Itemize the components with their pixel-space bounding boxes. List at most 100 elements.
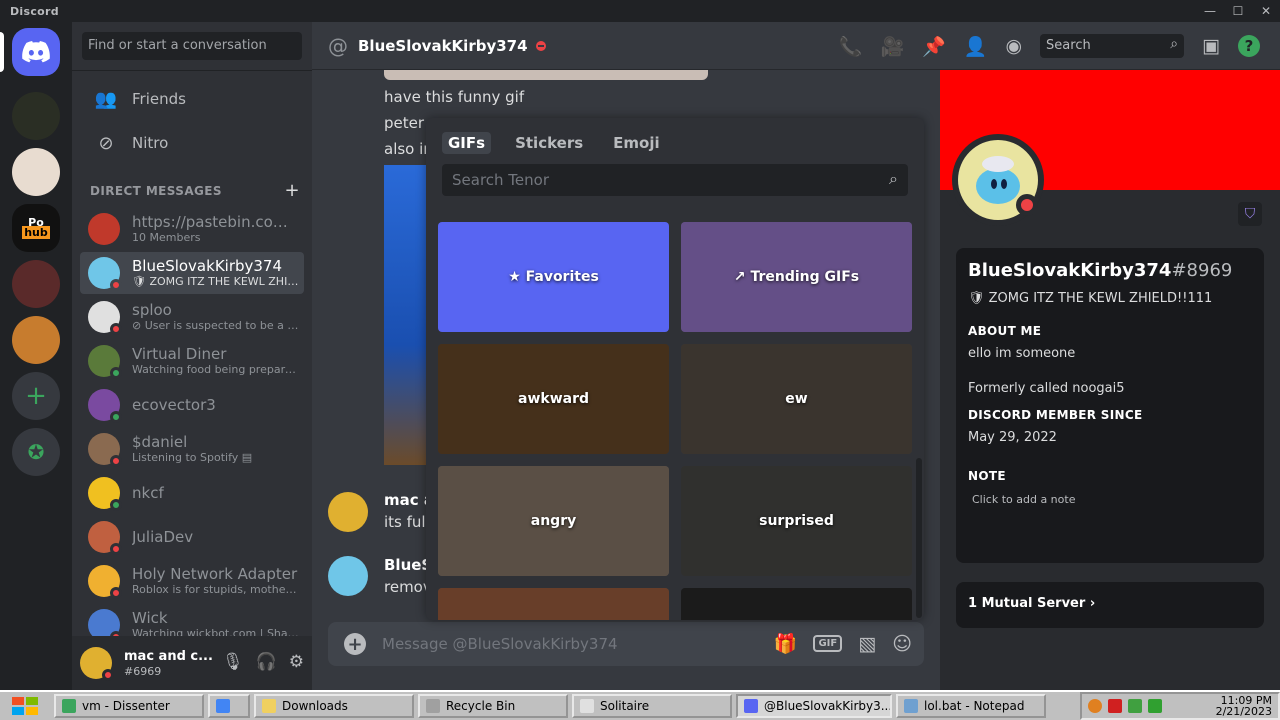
status-indicator <box>110 587 122 599</box>
profile-card: BlueSlovakKirby374#8969 🛡 ZOMG ITZ THE K… <box>956 248 1264 563</box>
voice-call-icon[interactable]: 📞 <box>839 35 863 58</box>
nitro-nav[interactable]: ⊘ Nitro <box>80 122 304 164</box>
dm-item[interactable]: sploo ⊘ User is suspected to be a tr... <box>80 296 304 338</box>
close-button[interactable]: ✕ <box>1252 0 1280 22</box>
dm-item[interactable]: Virtual Diner Watching food being prepar… <box>80 340 304 382</box>
avatar <box>88 345 122 379</box>
add-friends-icon[interactable]: 👤 <box>964 35 988 58</box>
mutual-servers-button[interactable]: 1 Mutual Server › <box>956 582 1264 628</box>
gift-icon[interactable]: 🎁 <box>774 632 798 655</box>
taskbar-item[interactable]: Solitaire <box>572 694 732 718</box>
mute-mic-icon[interactable]: 🎙 <box>222 652 244 672</box>
header-search-input[interactable]: Search ⌕ <box>1040 34 1185 58</box>
create-dm-plus-icon[interactable]: + <box>285 180 300 201</box>
user-profile-icon[interactable]: ◉ <box>1005 35 1022 57</box>
dm-item[interactable]: BlueSlovakKirby374 🛡 ZOMG ITZ THE KEWL Z… <box>80 252 304 294</box>
tenor-search-input[interactable]: Search Tenor ⌕ <box>442 164 908 196</box>
dm-name: $daniel <box>132 433 188 451</box>
status-indicator <box>110 411 122 423</box>
dm-item[interactable]: Holy Network Adapter Roblox is for stupi… <box>80 560 304 602</box>
tab-gifs[interactable]: GIFs <box>442 132 492 154</box>
dm-item[interactable]: https://pastebin.com/... 10 Members <box>80 208 304 250</box>
friends-nav[interactable]: 👥 Friends <box>80 78 304 120</box>
avatar <box>88 213 120 245</box>
dm-item[interactable]: nkcf <box>80 472 304 514</box>
message-composer[interactable]: + Message @BlueSlovakKirby374 🎁 GIF ▧ ☺ <box>328 622 924 666</box>
avatar <box>88 389 122 423</box>
dnd-status-icon <box>1016 194 1038 216</box>
tray-network-icon[interactable] <box>1128 699 1142 713</box>
note-header: NOTE <box>968 469 1006 483</box>
dm-item[interactable]: ecovector3 <box>80 384 304 426</box>
gif-button[interactable]: GIF <box>813 635 843 652</box>
avatar[interactable] <box>328 556 368 596</box>
dm-item[interactable]: JuliaDev <box>80 516 304 558</box>
dm-status: Roblox is for stupids, motherf... <box>132 583 300 596</box>
pinned-messages-icon[interactable]: 📌 <box>922 35 946 58</box>
star-icon: ★ <box>508 269 521 285</box>
window-titlebar: Discord — ☐ ✕ <box>0 0 1280 22</box>
server-icon[interactable] <box>12 92 60 140</box>
note-input[interactable]: Click to add a note <box>972 493 1252 506</box>
gif-category-tile[interactable] <box>681 588 912 620</box>
embedded-gif[interactable] <box>384 165 428 465</box>
dm-name: ecovector3 <box>132 396 216 414</box>
tray-arrow-icon[interactable] <box>1088 699 1102 713</box>
profile-avatar[interactable] <box>952 134 1044 226</box>
profile-name[interactable]: BlueSlovakKirby374#8969 <box>968 260 1252 281</box>
dm-status: Listening to Spotify ▤ <box>132 451 253 464</box>
minimize-button[interactable]: — <box>1196 0 1224 22</box>
help-icon[interactable]: ? <box>1238 35 1260 57</box>
add-server-button[interactable]: + <box>12 372 60 420</box>
scrollbar[interactable] <box>916 458 922 618</box>
start-button[interactable] <box>0 693 50 719</box>
gif-category-tile[interactable]: ↗ Trending GIFs <box>681 222 912 332</box>
find-conversation-input[interactable]: Find or start a conversation <box>82 32 302 60</box>
avatar[interactable] <box>80 647 114 681</box>
tray-volume-icon[interactable] <box>1148 699 1162 713</box>
avatar <box>88 477 122 511</box>
gif-category-tile[interactable] <box>438 588 669 620</box>
nitro-badge-icon[interactable]: ⛉ <box>1238 202 1262 226</box>
taskbar-item[interactable]: @BlueSlovakKirby3... <box>736 694 892 718</box>
sticker-icon[interactable]: ▧ <box>858 633 876 655</box>
taskbar-item[interactable]: vm - Dissenter <box>54 694 204 718</box>
at-icon: @ <box>328 33 348 58</box>
explore-servers-button[interactable]: ✪ <box>12 428 60 476</box>
emoji-icon[interactable]: ☺ <box>892 633 912 655</box>
avatar <box>88 565 122 599</box>
gif-category-tile[interactable]: awkward <box>438 344 669 454</box>
gif-category-tile[interactable]: ew <box>681 344 912 454</box>
gif-category-tile[interactable]: ★ Favorites <box>438 222 669 332</box>
tab-emoji[interactable]: Emoji <box>607 132 665 154</box>
attach-plus-icon[interactable]: + <box>344 633 366 655</box>
video-call-icon[interactable]: 🎥 <box>880 35 904 58</box>
custom-status: 🛡 ZOMG ITZ THE KEWL ZHIELD!!111 <box>968 291 1213 306</box>
server-icon[interactable] <box>12 260 60 308</box>
inbox-icon[interactable]: ▣ <box>1202 35 1220 57</box>
dm-item[interactable]: $daniel Listening to Spotify ▤ <box>80 428 304 470</box>
avatar[interactable] <box>328 492 368 532</box>
previous-gif-image[interactable] <box>384 70 708 80</box>
home-button[interactable] <box>12 28 60 76</box>
tray-flag-icon[interactable] <box>1108 699 1122 713</box>
taskbar-item[interactable] <box>208 694 250 718</box>
server-icon[interactable] <box>12 148 60 196</box>
maximize-button[interactable]: ☐ <box>1224 0 1252 22</box>
dm-name: Wick <box>132 609 168 627</box>
tab-stickers[interactable]: Stickers <box>509 132 589 154</box>
clock[interactable]: 11:09 PM 2/21/2023 <box>1216 695 1272 717</box>
gif-category-tile[interactable]: surprised <box>681 466 912 576</box>
server-icon[interactable] <box>12 316 60 364</box>
taskbar-item[interactable]: lol.bat - Notepad <box>896 694 1046 718</box>
message-input[interactable]: Message @BlueSlovakKirby374 <box>382 635 618 653</box>
taskbar-item[interactable]: Recycle Bin <box>418 694 568 718</box>
server-icon[interactable]: Po hub <box>12 204 60 252</box>
member-since-header: DISCORD MEMBER SINCE <box>968 408 1143 422</box>
deafen-headphones-icon[interactable]: 🎧 <box>256 652 277 672</box>
app-icon <box>216 699 230 713</box>
settings-gear-icon[interactable]: ⚙ <box>289 652 304 672</box>
taskbar-item[interactable]: Downloads <box>254 694 414 718</box>
gif-category-tile[interactable]: angry <box>438 466 669 576</box>
status-indicator <box>110 543 122 555</box>
